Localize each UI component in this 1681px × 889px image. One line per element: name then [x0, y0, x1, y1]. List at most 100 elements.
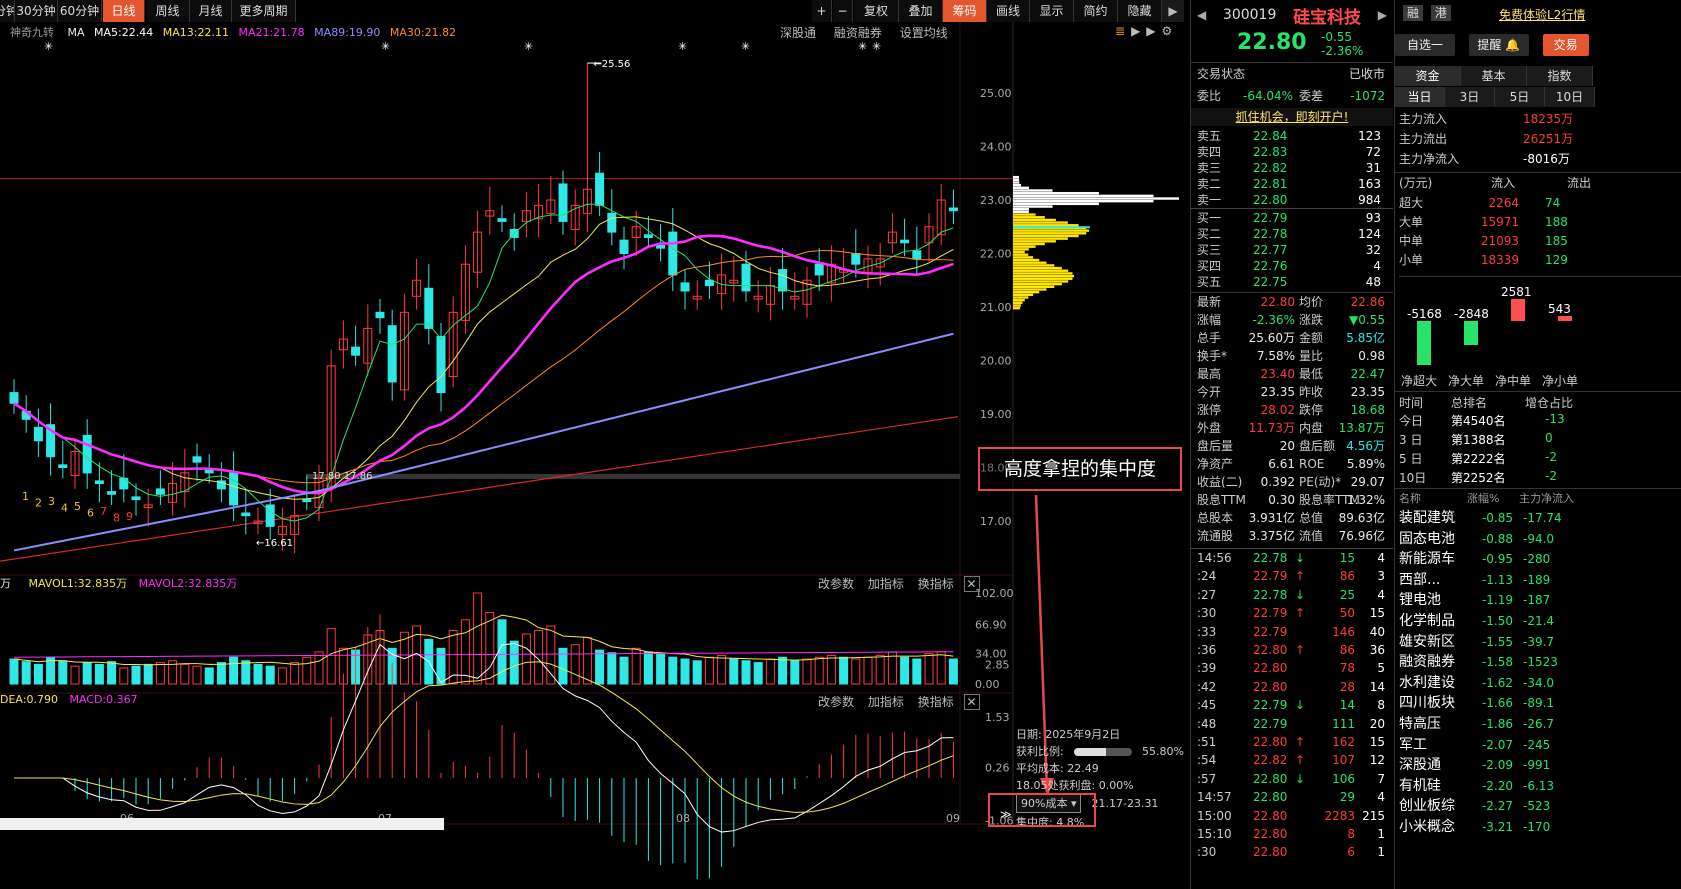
ma-links: 深股通 融资融券 设置均线	[780, 24, 948, 41]
sector-row[interactable]: 化学制品 -1.50 -21.4	[1395, 611, 1681, 631]
subtab-0[interactable]: 当日	[1395, 87, 1445, 107]
bids-vol: 48	[1365, 275, 1381, 289]
toolbar-btn-3[interactable]: 叠加	[899, 0, 943, 22]
expand-icon[interactable]: ▶	[1162, 0, 1184, 22]
tick-time: :36	[1197, 643, 1217, 657]
play-icon[interactable]: ▶	[1131, 24, 1140, 38]
sector-row[interactable]: 小米概念 -3.21 -170	[1395, 817, 1681, 837]
rank-ratio: -2	[1545, 450, 1557, 464]
book-divider	[1191, 208, 1393, 209]
tick-vol: 78	[1339, 661, 1355, 676]
vol-header: 万 MAVOL1:32.835万 MAVOL2:32.835万	[0, 575, 960, 591]
order-in: 21093	[1480, 234, 1519, 248]
tick-time: :45	[1197, 698, 1217, 713]
alert-label: 提醒	[1477, 38, 1502, 52]
asks-level: 卖四	[1197, 145, 1222, 159]
divider	[1191, 548, 1393, 549]
sector-row[interactable]: 创业板综 -2.27 -523	[1395, 796, 1681, 816]
toolbar-btn-5[interactable]: 画线	[987, 0, 1030, 22]
toolbar-btn-0[interactable]: +	[812, 0, 832, 22]
candle-body	[656, 244, 666, 249]
tick-price: 22.79	[1253, 606, 1288, 621]
net-flow-label: 净大单	[1448, 374, 1485, 388]
link-shenguton[interactable]: 深股通	[780, 26, 816, 40]
order-in: 18339	[1480, 253, 1519, 267]
weibi-label: 委比	[1197, 89, 1222, 103]
sector-pct: -0.95	[1481, 552, 1513, 567]
sector-row[interactable]: 水利建设 -1.62 -34.0	[1395, 673, 1681, 693]
candle-body	[9, 392, 19, 404]
trade-button[interactable]: 交易	[1542, 34, 1589, 56]
vol-edit-params[interactable]: 改参数	[818, 577, 854, 591]
toolbar-btn-4[interactable]: 筹码	[943, 0, 987, 22]
arrow-up-icon: ↑	[1295, 643, 1306, 657]
sector-row[interactable]: 新能源车 -0.95 -280	[1395, 549, 1681, 569]
subtab-3[interactable]: 10日	[1545, 87, 1595, 107]
rank-col: 增仓占比	[1525, 396, 1574, 410]
toolbar-btn-1[interactable]: −	[833, 0, 853, 22]
quote-value: 29.07	[1350, 475, 1385, 489]
promo-link[interactable]: 免费体验L2行情	[1499, 6, 1585, 23]
period-tab-3[interactable]: 日线	[103, 0, 145, 22]
candle-body	[595, 172, 605, 206]
sector-row[interactable]: 四川板块 -1.66 -89.1	[1395, 693, 1681, 713]
vol-add-indicator[interactable]: 加指标	[868, 577, 904, 591]
sector-row[interactable]: 西部... -1.13 -189	[1395, 570, 1681, 590]
sector-row[interactable]: 雄安新区 -1.55 -39.7	[1395, 632, 1681, 652]
tab-1[interactable]: 基本	[1461, 66, 1527, 86]
sector-row[interactable]: 军工 -2.07 -245	[1395, 735, 1681, 755]
quote-row: 总股本 3.931亿 总值 89.63亿	[1191, 510, 1391, 527]
net-flow-bar	[1464, 321, 1478, 346]
sector-row[interactable]: 特高压 -1.86 -26.7	[1395, 714, 1681, 734]
alert-button[interactable]: 提醒 🔔	[1468, 34, 1529, 56]
sector-row[interactable]: 融资融券 -1.58 -1523	[1395, 652, 1681, 672]
tick-vol: 86	[1339, 569, 1355, 584]
period-tab-4[interactable]: 周线	[146, 0, 190, 22]
tab-0[interactable]: 资金	[1395, 66, 1461, 86]
subtab-1[interactable]: 3日	[1445, 87, 1495, 107]
toolbar-btn-6[interactable]: 显示	[1030, 0, 1074, 22]
close-icon[interactable]: ✕	[963, 694, 980, 710]
open-account-banner[interactable]: 抓住机会，即刻开户!	[1191, 108, 1393, 126]
watchlist-button[interactable]: 自选一	[1395, 34, 1455, 56]
subtab-2[interactable]: 5日	[1495, 87, 1545, 107]
toolbar-btn-8[interactable]: 隐藏	[1118, 0, 1162, 22]
period-tab-6[interactable]: 更多周期	[232, 0, 296, 22]
toolbar-btn-7[interactable]: 简约	[1074, 0, 1118, 22]
link-ma-settings[interactable]: 设置均线	[900, 26, 948, 40]
quote-row: 流通股 3.375亿 流值 76.96亿	[1191, 528, 1391, 545]
tab-2[interactable]: 指数	[1527, 66, 1593, 86]
sector-row[interactable]: 有机硅 -2.20 -6.13	[1395, 776, 1681, 796]
candle-body	[497, 218, 507, 222]
macd-edit-params[interactable]: 改参数	[818, 695, 854, 709]
sector-row[interactable]: 锂电池 -1.19 -187	[1395, 590, 1681, 610]
link-margin[interactable]: 融资融券	[834, 26, 882, 40]
vol-switch-indicator[interactable]: 换指标	[918, 577, 954, 591]
next-stock-icon[interactable]: ▶	[1378, 8, 1387, 22]
net-flow-label: 净超大	[1401, 374, 1438, 388]
stock-terminal: 分钟30分钟60分钟日线周线月线更多周期 +−复权叠加筹码画线显示简约隐藏 ▶ …	[0, 0, 1681, 889]
macd-switch-indicator[interactable]: 换指标	[918, 695, 954, 709]
tick-price: 22.80	[1253, 845, 1288, 860]
price-tick: 25.00	[980, 87, 1012, 100]
next-icon[interactable]: ▶	[1146, 24, 1155, 38]
sector-row[interactable]: 深股通 -2.09 -991	[1395, 755, 1681, 775]
macd-add-indicator[interactable]: 加指标	[868, 695, 904, 709]
gear-icon[interactable]: ⚙	[1162, 24, 1173, 38]
rank-value: 第4540名	[1451, 414, 1506, 428]
period-tab-1[interactable]: 30分钟	[15, 0, 58, 22]
period-tab-2[interactable]: 60分钟	[58, 0, 102, 22]
close-icon[interactable]: ✕	[963, 576, 980, 592]
price-row: 22.80 -0.55 -2.36%	[1201, 30, 1391, 58]
bids-vol: 93	[1365, 211, 1381, 225]
sector-row[interactable]: 装配建筑 -0.85 -17.74	[1395, 508, 1681, 528]
toolbar-btn-2[interactable]: 复权	[854, 0, 899, 22]
draw-icon[interactable]: ≣	[1115, 24, 1125, 38]
period-tab-5[interactable]: 月线	[190, 0, 232, 22]
tick-row: :30 22.79 ↑ 50 15	[1191, 605, 1391, 622]
rank-value: 第1388名	[1451, 433, 1506, 447]
prev-stock-icon[interactable]: ◀	[1197, 8, 1206, 22]
divider	[1395, 391, 1681, 392]
period-tab-0[interactable]: 分钟	[0, 0, 15, 22]
sector-row[interactable]: 固态电池 -0.88 -94.0	[1395, 529, 1681, 549]
